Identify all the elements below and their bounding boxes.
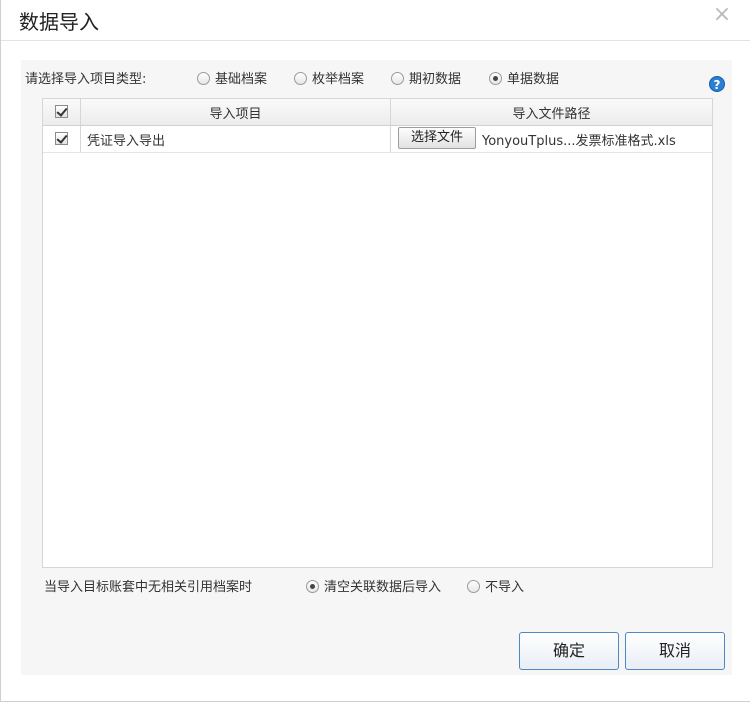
table-row: 凭证导入导出 选择文件 YonyouTplus...发票标准格式.xls (43, 126, 712, 153)
dialog-title: 数据导入 (19, 10, 99, 34)
dialog-titlebar: 数据导入 × (1, 0, 750, 41)
radio-basic-archive-label: 基础档案 (215, 72, 268, 87)
missing-archive-row: 当导入目标账套中无相关引用档案时 清空关联数据后导入 不导入 (44, 576, 644, 596)
header-import-item: 导入项目 (81, 99, 391, 125)
import-type-row: 请选择导入项目类型: 基础档案 枚举档案 期初数据 单据数据 (25, 68, 725, 88)
import-dialog: 数据导入 × 请选择导入项目类型: 基础档案 枚举档案 期初数据 单据数据 ? (0, 0, 750, 702)
missing-archive-label: 当导入目标账套中无相关引用档案时 (44, 580, 253, 595)
radio-document-data-indicator[interactable] (489, 72, 502, 85)
header-checkbox-cell (43, 99, 81, 125)
header-file-path: 导入文件路径 (391, 99, 712, 125)
radio-document-data-label: 单据数据 (507, 72, 560, 87)
radio-opening-data-indicator[interactable] (391, 72, 404, 85)
close-icon[interactable]: × (712, 4, 732, 26)
radio-clear-then-import-indicator[interactable] (306, 580, 319, 593)
ok-button[interactable]: 确定 (519, 632, 619, 670)
import-type-label: 请选择导入项目类型: (25, 72, 147, 87)
radio-enum-archive-label: 枚举档案 (312, 72, 365, 87)
row-file-path-cell: 选择文件 YonyouTplus...发票标准格式.xls (391, 126, 712, 152)
choose-file-button[interactable]: 选择文件 (398, 127, 476, 149)
radio-do-not-import-label: 不导入 (485, 580, 525, 595)
import-items-table: 导入项目 导入文件路径 凭证导入导出 选择文件 YonyouTplus...发票… (42, 98, 713, 568)
header-file-path-label: 导入文件路径 (512, 107, 591, 122)
table-header: 导入项目 导入文件路径 (43, 99, 712, 126)
cancel-button[interactable]: 取消 (625, 632, 725, 670)
row-checkbox-cell (43, 126, 81, 152)
row-file-path: YonyouTplus...发票标准格式.xls (482, 134, 676, 149)
radio-basic-archive-indicator[interactable] (197, 72, 210, 85)
row-import-item: 凭证导入导出 (87, 134, 166, 149)
radio-enum-archive-indicator[interactable] (294, 72, 307, 85)
select-all-checkbox[interactable] (55, 105, 68, 118)
help-icon[interactable]: ? (709, 76, 725, 92)
header-import-item-label: 导入项目 (209, 107, 262, 122)
radio-do-not-import-indicator[interactable] (467, 580, 480, 593)
row-checkbox[interactable] (55, 132, 68, 145)
radio-clear-then-import-label: 清空关联数据后导入 (324, 580, 442, 595)
row-import-item-cell: 凭证导入导出 (81, 126, 391, 152)
radio-opening-data-label: 期初数据 (409, 72, 462, 87)
